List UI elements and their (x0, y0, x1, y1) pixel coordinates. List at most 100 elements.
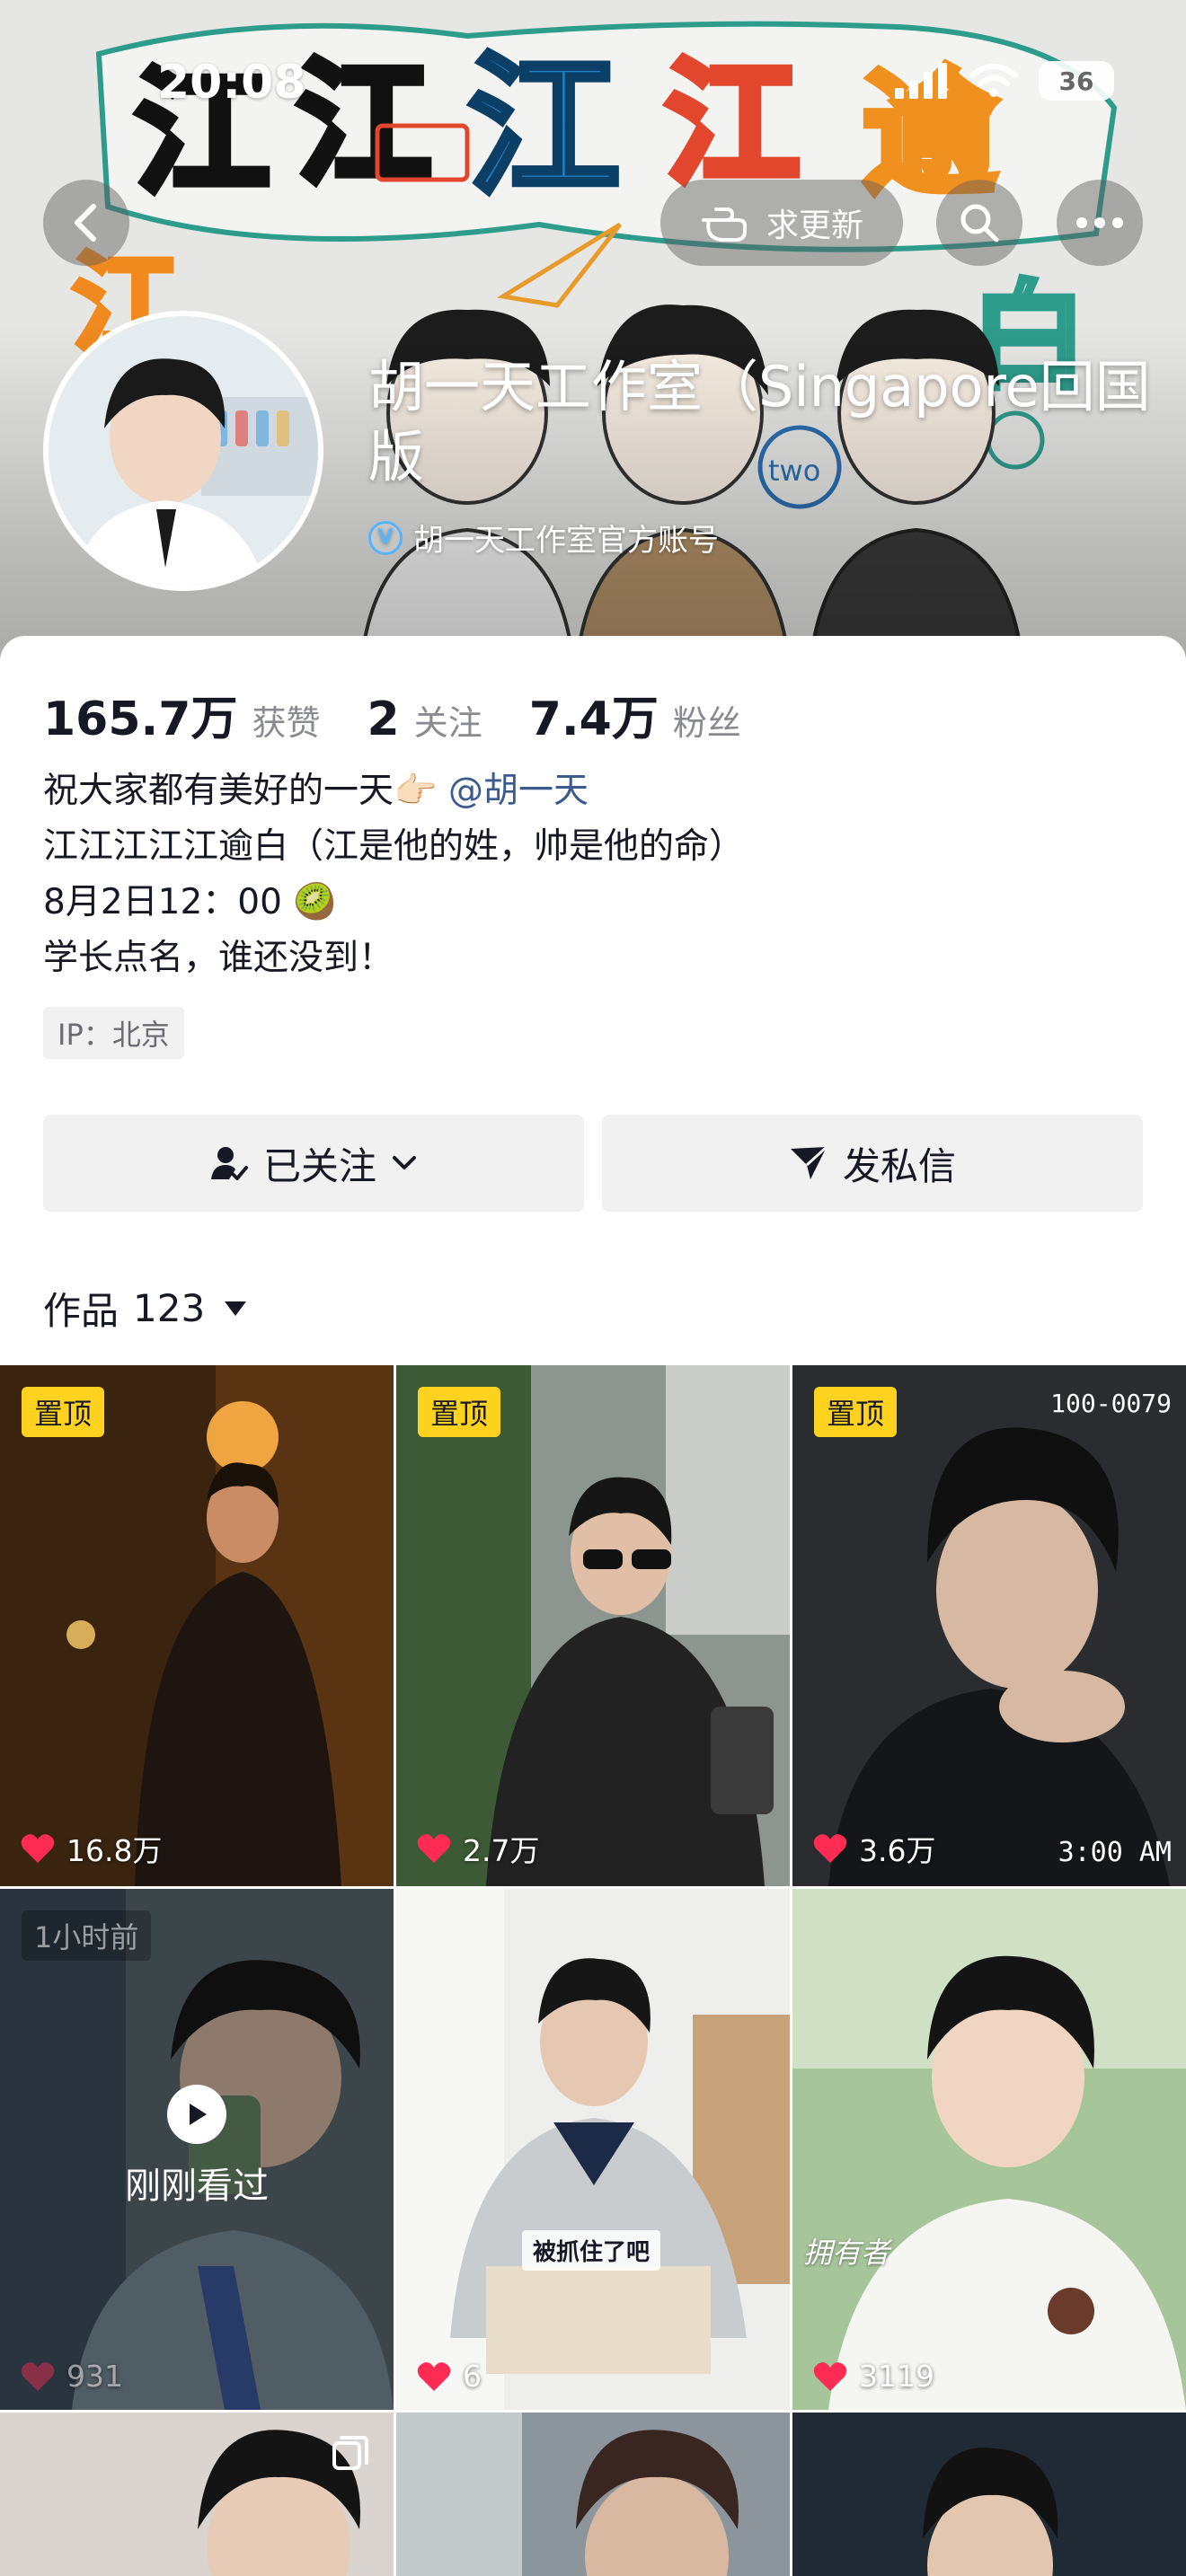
like-count: 931 (20, 2359, 123, 2394)
video-tile[interactable]: 拥有者 3119 (792, 1889, 1186, 2410)
video-thumbnail (396, 1889, 790, 2410)
wifi-icon (969, 64, 1018, 97)
works-tab[interactable]: 作品 123 (43, 1281, 247, 1336)
battery-indicator: 36 (1039, 61, 1114, 101)
works-label: 作品 (43, 1289, 119, 1333)
video-thumbnail (792, 1889, 1186, 2410)
pointing-hand-icon (701, 207, 747, 242)
bio-line-3-text: 8月2日12：00 (43, 882, 282, 922)
stat-followers-label: 粉丝 (672, 703, 741, 743)
stats-row: 165.7万 获赞 2 关注 7.4万 粉丝 (43, 681, 788, 748)
verified-icon: V (368, 520, 403, 555)
pinned-badge: 置顶 (814, 1387, 898, 1437)
ip-location-tag: IP：北京 (43, 1007, 184, 1059)
time-ago-badge: 1小时前 (22, 1910, 152, 1961)
verified-label: 胡一天工作室官方账号 (413, 523, 719, 559)
recently-watched: 刚刚看过 (0, 2085, 394, 2209)
stat-likes-label: 获赞 (252, 703, 321, 743)
heart-icon (417, 2361, 451, 2391)
video-tile[interactable] (0, 2413, 394, 2576)
verified-row: V 胡一天工作室官方账号 (368, 516, 719, 560)
overlay-tag: 拥有者 (803, 2236, 890, 2270)
top-nav: 求更新 (0, 180, 1186, 269)
video-thumbnail (396, 2413, 790, 2576)
chevron-down-icon (393, 1156, 416, 1169)
like-count: 16.8万 (20, 1827, 162, 1870)
bio-line-3: 8月2日12：00 🥝 (43, 875, 1148, 931)
avatar-photo (49, 316, 318, 586)
caret-down-icon (225, 1301, 247, 1316)
like-count-value: 16.8万 (66, 1833, 163, 1868)
heart-icon (21, 2361, 55, 2391)
heart-icon (813, 1834, 847, 1863)
like-count-value: 2.7万 (463, 1833, 540, 1868)
pinned-badge: 置顶 (418, 1387, 501, 1437)
user-check-icon (210, 1147, 248, 1180)
more-button[interactable] (1057, 180, 1143, 266)
following-button-label: 已关注 (262, 1143, 376, 1188)
status-time: 20:08 (157, 56, 306, 110)
stat-following[interactable]: 2 关注 (367, 693, 482, 746)
video-tile[interactable]: 被抓住了吧 6 (396, 1889, 790, 2410)
heart-icon (813, 2361, 847, 2391)
search-button[interactable] (936, 180, 1022, 266)
send-message-label: 发私信 (842, 1143, 956, 1188)
heart-icon (417, 1834, 451, 1863)
back-button[interactable] (43, 180, 129, 266)
like-count-value: 6 (463, 2359, 482, 2394)
stat-likes: 165.7万 获赞 (43, 681, 321, 748)
like-count-value: 931 (66, 2359, 123, 2394)
video-tile[interactable]: 1小时前 刚刚看过 931 (0, 1889, 394, 2410)
stat-following-label: 关注 (413, 703, 482, 743)
like-count: 2.7万 (416, 1827, 539, 1870)
like-count-value: 3119 (859, 2359, 934, 2394)
bio-line-1: 祝大家都有美好的一天👉🏻 @胡一天 (43, 763, 1148, 819)
heart-icon (21, 1834, 55, 1863)
send-icon (790, 1145, 828, 1179)
works-count: 123 (133, 1286, 206, 1330)
profile-sheet: 165.7万 获赞 2 关注 7.4万 粉丝 祝大家都有美好的一天👉🏻 @胡一天… (0, 636, 1186, 2576)
video-thumbnail (792, 1365, 1186, 1886)
video-thumbnail (792, 2413, 1186, 2576)
stat-following-value: 2 (367, 693, 400, 746)
video-thumbnail (396, 1365, 790, 1886)
recently-watched-label: 刚刚看过 (125, 2166, 269, 2207)
mention-link[interactable]: @胡一天 (448, 771, 589, 811)
avatar[interactable] (43, 311, 323, 591)
overlay-time: 3:00 AM (1058, 1837, 1172, 1868)
like-count: 3119 (812, 2359, 934, 2394)
video-tile[interactable] (396, 2413, 790, 2576)
bio-line-2: 江江江江江逾白（江是他的姓，帅是他的命） (43, 826, 745, 867)
search-icon (960, 204, 999, 243)
stat-followers[interactable]: 7.4万 粉丝 (529, 681, 741, 748)
play-icon (167, 2085, 226, 2144)
profile-name: 胡一天工作室（Singapore回国版 (368, 354, 1151, 490)
status-bar: 20:08 36 (0, 54, 1186, 117)
action-row: 已关注 发私信 (43, 1115, 1143, 1212)
video-tile[interactable]: 置顶 100-0079 3:00 AM 3.6万 (792, 1365, 1186, 1886)
signal-icon (895, 63, 947, 99)
like-count: 3.6万 (812, 1827, 935, 1870)
profile-page: 江 江 江 江 逾 江 白 two (0, 0, 1186, 2576)
bio-line-1-text: 祝大家都有美好的一天 (43, 771, 394, 811)
stat-followers-value: 7.4万 (528, 693, 659, 746)
status-icons: 36 (895, 61, 1114, 101)
request-update-button[interactable]: 求更新 (660, 180, 903, 266)
kiwi-emoji: 🥝 (293, 882, 337, 922)
more-dots-icon (1076, 217, 1123, 228)
overlay-code: 100-0079 (1050, 1389, 1172, 1418)
send-message-button[interactable]: 发私信 (602, 1115, 1143, 1212)
multi-image-icon (332, 2436, 368, 2470)
video-tile[interactable]: 置顶 16.8万 (0, 1365, 394, 1886)
video-thumbnail (0, 1365, 394, 1886)
pinned-badge: 置顶 (22, 1387, 105, 1437)
video-tile[interactable] (792, 2413, 1186, 2576)
video-caption: 被抓住了吧 (522, 2230, 661, 2271)
video-tile[interactable]: 置顶 2.7万 (396, 1365, 790, 1886)
request-update-label: 求更新 (766, 207, 863, 244)
pointing-emoji: 👉🏻 (394, 771, 438, 811)
stat-likes-value: 165.7万 (43, 693, 238, 746)
following-button[interactable]: 已关注 (43, 1115, 584, 1212)
like-count-value: 3.6万 (859, 1833, 936, 1868)
bio-line-4: 学长点名，谁还没到！ (43, 938, 394, 978)
